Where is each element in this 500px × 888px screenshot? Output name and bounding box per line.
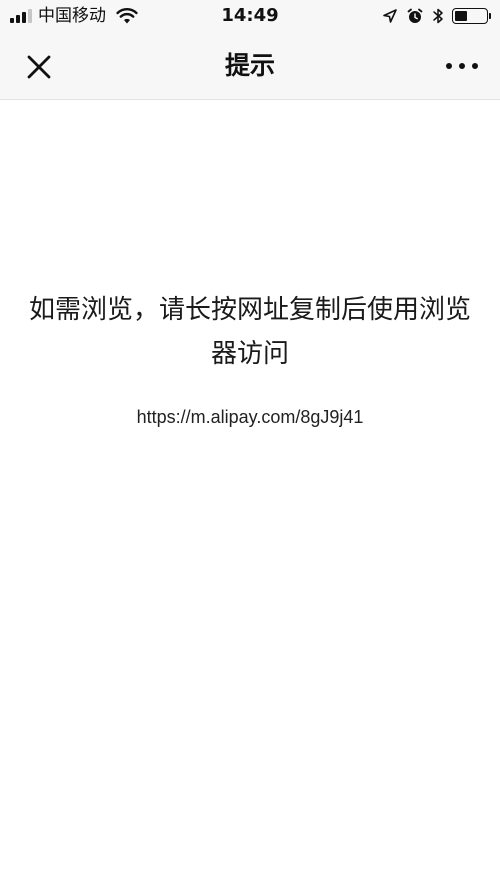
status-bar: 中国移动 14:49 [0, 0, 500, 32]
alarm-icon [407, 8, 423, 23]
main-content: 如需浏览，请长按网址复制后使用浏览器访问 https://m.alipay.co… [0, 100, 500, 888]
page-title: 提示 [224, 51, 275, 80]
nav-bar: 提示 [0, 32, 500, 100]
notice-message: 如需浏览，请长按网址复制后使用浏览器访问 [28, 295, 471, 369]
screen: 中国移动 14:49 提示 如需浏览，请长按网址复制后使用浏览器访问 https… [0, 0, 500, 888]
battery-fill [455, 11, 467, 21]
location-arrow-icon [383, 9, 397, 23]
battery-icon [452, 8, 491, 24]
status-right [382, 5, 491, 27]
url-text[interactable]: https://m.alipay.com/8gJ9j41 [0, 405, 500, 429]
bluetooth-icon [433, 8, 443, 24]
more-icon[interactable] [444, 54, 480, 78]
